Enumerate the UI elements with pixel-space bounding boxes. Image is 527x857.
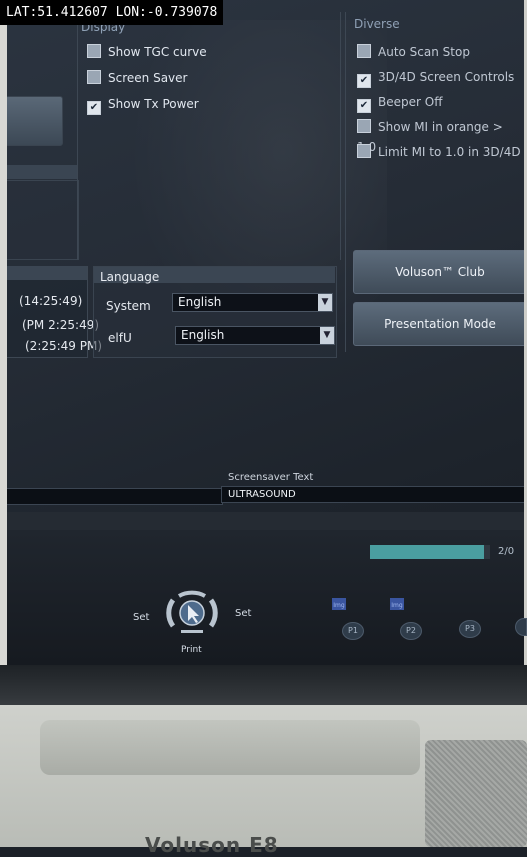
image-icon[interactable]: Img — [332, 598, 346, 610]
progress-text: 2/0 — [498, 546, 515, 557]
checkmark-icon[interactable]: ✔ — [87, 101, 101, 115]
system-language-label: System — [106, 299, 151, 313]
checkbox-beeper-off[interactable]: ✔ Beeper Off — [357, 92, 524, 113]
checkbox-label: Screen Saver — [108, 71, 188, 85]
checkbox-show-tgc-curve[interactable]: Show TGC curve — [87, 42, 207, 62]
checkbox-box[interactable] — [357, 44, 371, 58]
monitor-frame — [0, 665, 527, 710]
p2-button[interactable]: P2 — [400, 622, 422, 640]
divider — [345, 12, 346, 352]
checkbox-3d4d-screen-controls[interactable]: ✔ 3D/4D Screen Controls — [357, 67, 524, 88]
progress-fill — [370, 545, 484, 559]
time-format-pm-suffix[interactable]: (2:25:49 PM) — [25, 339, 102, 353]
left-partial-header — [7, 165, 77, 179]
presentation-mode-button[interactable]: Presentation Mode — [353, 302, 524, 346]
elfu-language-value: English — [181, 328, 225, 342]
time-format-24h[interactable]: (14:25:49) — [19, 294, 82, 308]
chevron-down-icon[interactable]: ▼ — [320, 327, 334, 344]
checkbox-screen-saver[interactable]: Screen Saver — [87, 68, 207, 88]
checkmark-icon[interactable]: ✔ — [357, 99, 371, 113]
elfu-language-dropdown[interactable]: English ▼ — [175, 326, 335, 345]
device-handle-slot — [40, 720, 420, 775]
checkbox-show-mi-orange[interactable]: Show MI in orange > 1.0 — [357, 117, 524, 154]
checkmark-icon[interactable]: ✔ — [357, 74, 371, 88]
system-language-dropdown[interactable]: English ▼ — [172, 293, 333, 312]
checkbox-label: 3D/4D Screen Controls — [378, 70, 515, 84]
screensaver-text-label: Screensaver Text — [228, 472, 314, 483]
display-checkbox-list: Show TGC curve Screen Saver ✔ Show Tx Pow… — [87, 42, 207, 115]
checkbox-box[interactable] — [87, 70, 101, 84]
trackball-icon[interactable] — [161, 590, 223, 636]
speaker-grille — [425, 740, 527, 847]
image-icon-label: Img — [391, 602, 403, 609]
checkbox-label: Limit MI to 1.0 in 3D/4D — [378, 145, 521, 159]
diverse-checkbox-list: Auto Scan Stop ✔ 3D/4D Screen Controls ✔ B… — [357, 42, 524, 162]
elfu-language-label: elfU — [108, 331, 132, 345]
checkbox-box[interactable] — [357, 144, 371, 158]
checkbox-label: Show Tx Power — [108, 97, 199, 111]
checkbox-auto-scan-stop[interactable]: Auto Scan Stop — [357, 42, 524, 62]
chevron-down-icon[interactable]: ▼ — [318, 294, 332, 311]
p1-button[interactable]: P1 — [342, 622, 364, 640]
image-icon[interactable]: Img — [390, 598, 404, 610]
voluson-club-button[interactable]: Voluson™ Club — [353, 250, 524, 294]
system-language-value: English — [178, 295, 222, 309]
diverse-title: Diverse — [354, 17, 400, 31]
progress-bar — [370, 545, 490, 559]
p3-button[interactable]: P3 — [459, 620, 481, 638]
checkbox-label: Beeper Off — [378, 95, 443, 109]
set-left-label: Set — [133, 612, 150, 623]
status-strip — [7, 512, 524, 530]
checkbox-show-tx-power[interactable]: ✔ Show Tx Power — [87, 94, 207, 115]
left-partial-panel — [7, 180, 79, 260]
trackball-control[interactable] — [161, 590, 223, 636]
print-label: Print — [181, 645, 202, 655]
gps-coordinates-overlay: LAT:51.412607 LON:-0.739078 — [0, 0, 224, 25]
checkbox-box[interactable] — [87, 44, 101, 58]
checkbox-limit-mi[interactable]: Limit MI to 1.0 in 3D/4D — [357, 142, 524, 162]
checkbox-box[interactable] — [357, 119, 371, 133]
image-icon-label: Img — [333, 602, 345, 609]
left-text-field[interactable] — [7, 488, 223, 505]
time-format-pm-prefix[interactable]: (PM 2:25:49) — [22, 318, 99, 332]
left-partial-button[interactable] — [7, 96, 63, 146]
screensaver-text-input[interactable]: ULTRASOUND — [221, 486, 524, 503]
p4-button[interactable] — [515, 618, 527, 636]
language-title: Language — [100, 270, 160, 284]
device-brand-logo: Voluson E8 — [145, 833, 279, 857]
checkbox-label: Show TGC curve — [108, 45, 207, 59]
set-right-label: Set — [235, 608, 252, 619]
time-format-header — [7, 266, 87, 280]
checkbox-label: Auto Scan Stop — [378, 45, 470, 59]
